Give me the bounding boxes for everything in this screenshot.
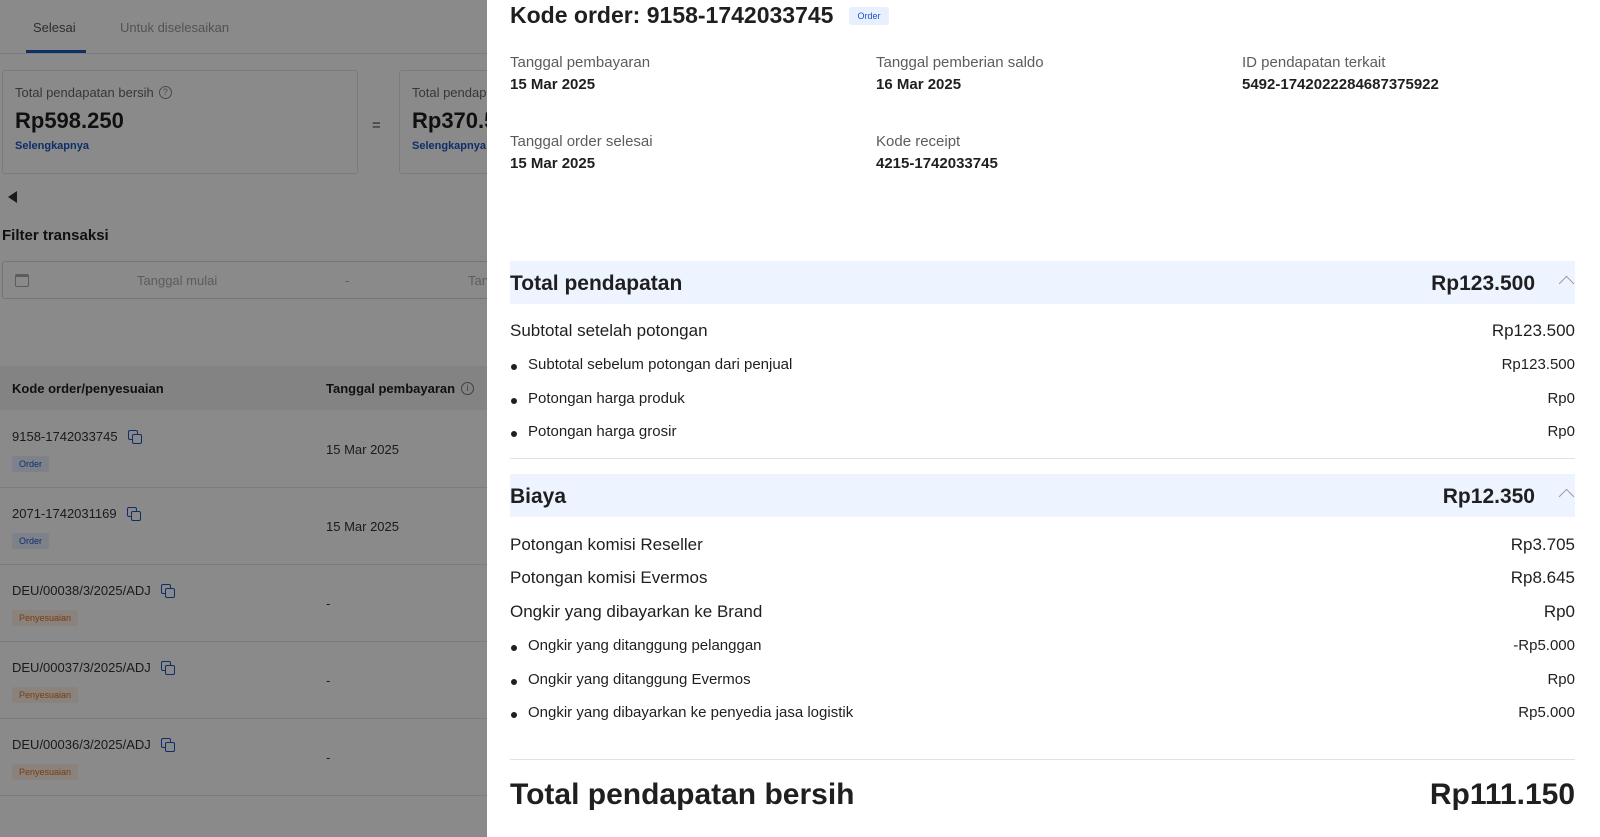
revenue-section-header[interactable]: Total pendapatan Rp123.500 [510, 261, 1575, 304]
section-divider [510, 458, 1575, 459]
fee-subline: Ongkir yang ditanggung Evermos Rp0 [510, 667, 1575, 691]
fee-subline: Ongkir yang dibayarkan ke penyedia jasa … [510, 700, 1575, 724]
section-amount: Rp12.350 [1442, 485, 1535, 508]
revenue-subline: Subtotal sebelum potongan dari penjual R… [510, 352, 1575, 376]
fee-line: Ongkir yang dibayarkan ke Brand Rp0 [510, 602, 1575, 621]
fee-line: Potongan komisi Reseller Rp3.705 [510, 535, 1575, 554]
fees-section-header[interactable]: Biaya Rp12.350 [510, 474, 1575, 517]
revenue-line: Subtotal setelah potongan Rp123.500 [510, 321, 1575, 340]
meta-completed-date: Tanggal order selesai 15 Mar 2025 [510, 133, 653, 172]
section-divider [510, 759, 1575, 760]
net-income-value: Rp111.150 [1429, 778, 1575, 811]
section-title: Total pendapatan [510, 272, 683, 295]
drawer-title: Kode order: 9158-1742033745 [510, 2, 834, 28]
section-title: Biaya [510, 485, 567, 508]
meta-payment-date: Tanggal pembayaran 15 Mar 2025 [510, 54, 651, 93]
chevron-up-icon[interactable] [1558, 275, 1575, 292]
order-detail-drawer: Kode order: 9158-1742033745 Order Tangga… [487, 0, 1600, 837]
section-amount: Rp123.500 [1431, 272, 1535, 295]
revenue-subline: Potongan harga produk Rp0 [510, 386, 1575, 410]
chevron-up-icon[interactable] [1558, 488, 1575, 505]
modal-backdrop[interactable] [0, 0, 487, 837]
fee-line: Potongan komisi Evermos Rp8.645 [510, 568, 1575, 587]
meta-receipt-code: Kode receipt 4215-1742033745 [876, 133, 998, 172]
revenue-subline: Potongan harga grosir Rp0 [510, 419, 1575, 443]
meta-income-id: ID pendapatan terkait 5492-1742022284687… [1242, 54, 1439, 93]
fee-subline: Ongkir yang ditanggung pelanggan -Rp5.00… [510, 633, 1575, 657]
meta-balance-date: Tanggal pemberian saldo 16 Mar 2025 [876, 54, 1044, 93]
order-type-badge: Order [849, 6, 889, 25]
net-income-label: Total pendapatan bersih [510, 778, 855, 811]
